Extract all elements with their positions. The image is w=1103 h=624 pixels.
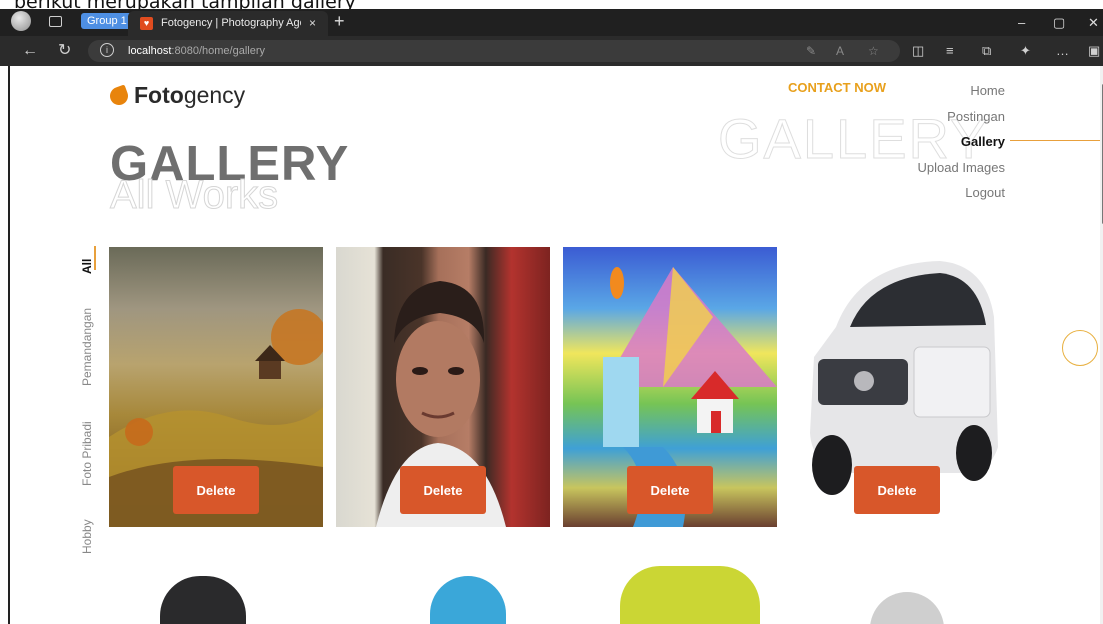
menu-item-upload-images[interactable]: Upload Images [918, 155, 1005, 181]
favorites-list-icon[interactable]: ≡ [946, 41, 954, 61]
gallery-card-peek-4[interactable] [870, 592, 944, 624]
filter-foto-pribadi[interactable]: Foto Pribadi [80, 421, 94, 486]
close-window-button[interactable]: ✕ [1088, 9, 1099, 36]
gallery-card-peek-2[interactable] [430, 576, 506, 624]
menu-item-home[interactable]: Home [918, 78, 1005, 104]
gallery-card-painting[interactable]: Delete [563, 247, 777, 527]
url-path: :8080/home/gallery [171, 45, 265, 57]
back-arrow-icon[interactable]: ← [22, 41, 38, 61]
sidebar-icon[interactable]: ▣ [1088, 41, 1100, 61]
collections-icon[interactable]: ⧉ [982, 41, 991, 61]
new-tab-button[interactable]: + [334, 9, 345, 34]
browser-tab-active[interactable]: ♥ Fotogency | Photography Agency × [128, 11, 328, 36]
site-logo[interactable]: Foto gency [107, 82, 246, 109]
logo-rest-text: gency [183, 82, 246, 108]
gallery-card-peek-3[interactable] [620, 566, 760, 624]
tab-actions-icon[interactable] [49, 16, 62, 27]
more-icon[interactable]: … [1056, 41, 1069, 61]
extensions-icon[interactable]: ✦ [1020, 41, 1031, 61]
filter-all[interactable]: All [80, 259, 94, 274]
url-host: localhost [128, 45, 172, 57]
info-icon[interactable]: i [100, 43, 114, 57]
gallery-card-peek-1[interactable] [160, 576, 246, 624]
browser-toolbar: ← ↻ i localhost:8080/home/gallery ✎ A ☆ … [0, 36, 1103, 66]
pen-icon[interactable]: ✎ [806, 40, 816, 62]
read-aloud-icon[interactable]: A [836, 40, 844, 62]
category-filters: All Pemandangan Foto Pribadi Hobby [76, 248, 102, 554]
gallery-card-portrait[interactable]: Delete [336, 247, 550, 527]
tab-close-icon[interactable]: × [309, 11, 316, 36]
logo-bold-text: Foto [134, 82, 184, 108]
tab-title: Fotogency | Photography Agency [161, 17, 301, 29]
delete-button[interactable]: Delete [854, 466, 940, 514]
menu-item-logout[interactable]: Logout [918, 180, 1005, 206]
url-text: localhost:8080/home/gallery [128, 40, 265, 62]
address-bar[interactable]: i localhost:8080/home/gallery ✎ A ☆ [88, 40, 900, 62]
active-menu-indicator [1010, 140, 1103, 141]
cursor-circle-icon [1062, 330, 1098, 366]
minimize-button[interactable]: – [1018, 9, 1025, 36]
filter-hobby[interactable]: Hobby [80, 519, 94, 554]
gallery-card-landscape[interactable]: Delete [109, 247, 323, 527]
page-subtitle: All Works [109, 173, 279, 218]
delete-button[interactable]: Delete [400, 466, 486, 514]
refresh-icon[interactable]: ↻ [58, 41, 71, 61]
profile-avatar-icon[interactable] [11, 11, 31, 31]
page-viewport: Foto gency GALLERY CONTACT NOW Home Post… [8, 66, 1103, 624]
delete-button[interactable]: Delete [627, 466, 713, 514]
tab-group-chip[interactable]: Group 1 [81, 13, 133, 29]
browser-tab-bar: Group 1 ♥ Fotogency | Photography Agency… [0, 9, 1103, 36]
menu-item-postingan[interactable]: Postingan [918, 104, 1005, 130]
split-screen-icon[interactable]: ◫ [912, 41, 924, 61]
maximize-button[interactable]: ▢ [1053, 9, 1065, 36]
logo-mark-icon [107, 83, 131, 108]
site-favicon-icon: ♥ [140, 17, 153, 30]
gallery-card-suv[interactable]: Delete [790, 247, 1004, 527]
contact-now-link[interactable]: CONTACT NOW [788, 80, 886, 95]
main-menu: Home Postingan Gallery Upload Images Log… [918, 78, 1005, 206]
delete-button[interactable]: Delete [173, 466, 259, 514]
favorite-star-icon[interactable]: ☆ [868, 40, 879, 62]
filter-pemandangan[interactable]: Pemandangan [80, 308, 94, 386]
menu-item-gallery[interactable]: Gallery [918, 129, 1005, 155]
